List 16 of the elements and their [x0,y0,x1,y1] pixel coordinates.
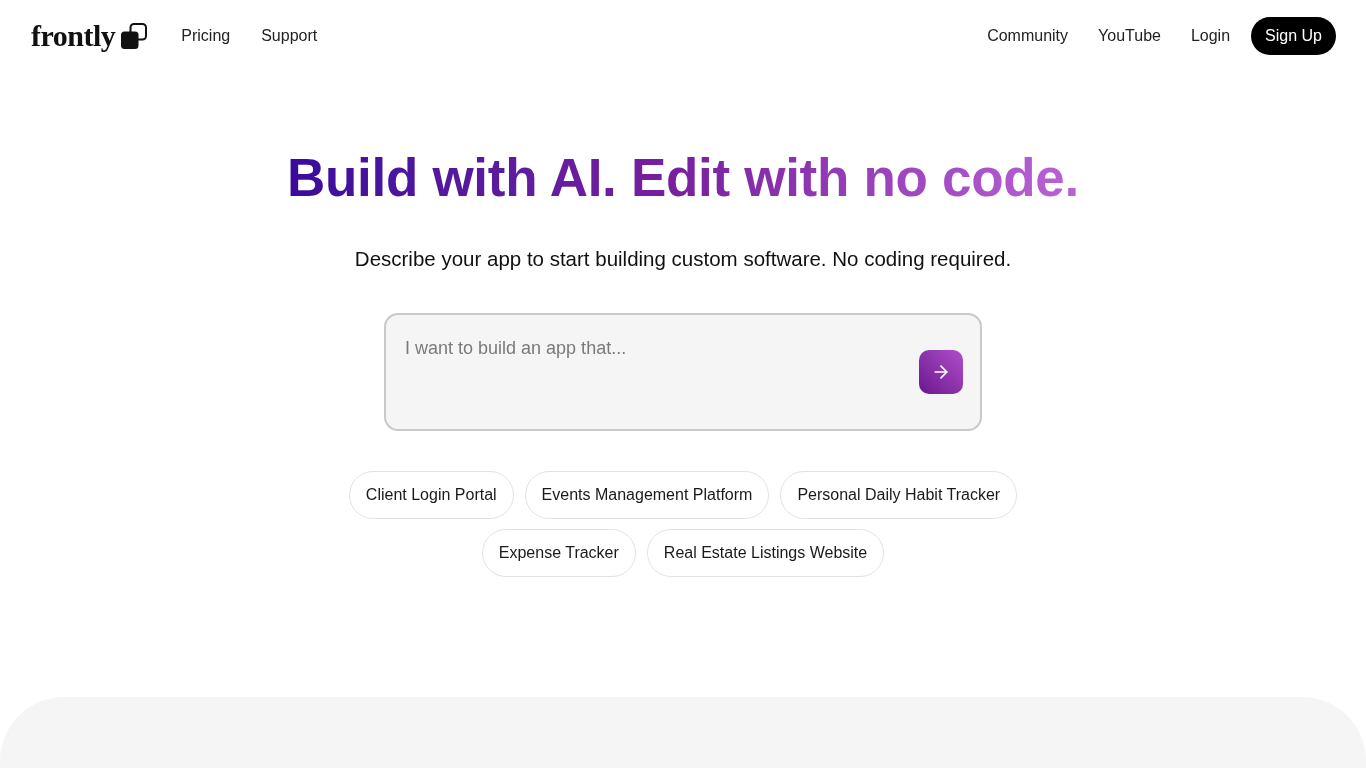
squares-logo-icon [121,23,148,49]
nav-link[interactable]: Support [261,28,318,44]
suggestion-chip[interactable]: Real Estate Listings Website [646,529,885,577]
sign-up-button[interactable]: Sign Up [1251,17,1336,55]
suggestion-chip[interactable]: Client Login Portal [348,471,514,519]
suggestion-chip[interactable]: Events Management Platform [524,471,770,519]
prompt-field[interactable]: I want to build an app that... [384,313,982,431]
nav-link[interactable]: Community [987,28,1069,44]
suggestion-chip[interactable]: Personal Daily Habit Tracker [780,471,1018,519]
nav-link[interactable]: Pricing [181,28,231,44]
brand-logo-text[interactable]: frontly [31,21,116,51]
suggestion-chip[interactable]: Expense Tracker [481,529,636,577]
hero-subtitle: Describe your app to start building custom software. No coding required. [354,247,1012,271]
submit-button[interactable] [919,350,963,394]
nav-link[interactable]: YouTube [1098,28,1161,44]
nav-link[interactable]: Login [1190,28,1231,44]
